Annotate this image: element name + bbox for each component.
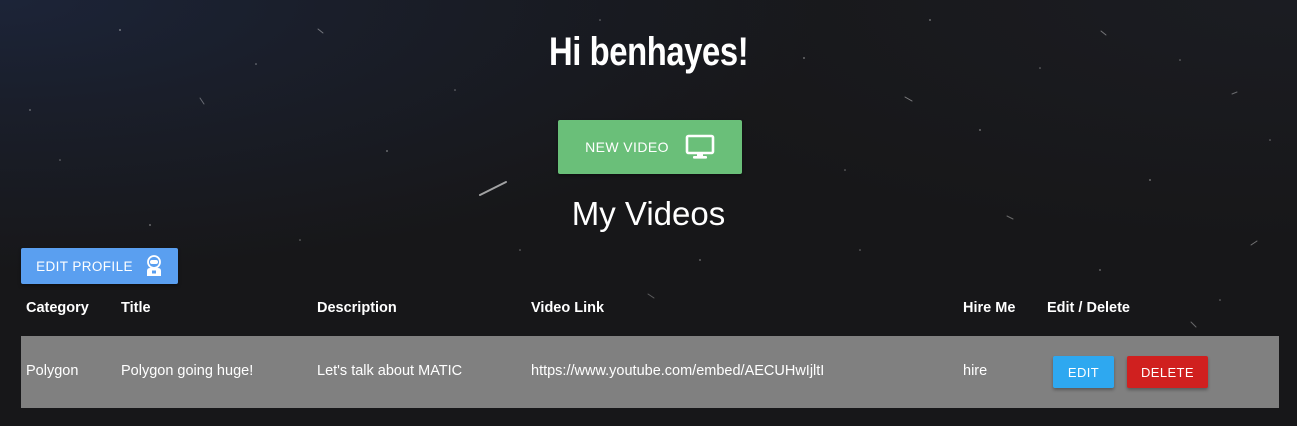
page-greeting: Hi benhayes!: [548, 30, 749, 74]
cell-hire-me[interactable]: hire: [963, 363, 987, 379]
monitor-icon: [685, 134, 715, 160]
column-header-video-link: Video Link: [531, 300, 605, 316]
cell-video-link[interactable]: https://www.youtube.com/embed/AECUHwIjlt…: [531, 363, 824, 379]
column-header-title: Title: [121, 300, 151, 316]
new-video-label: NEW VIDEO: [585, 139, 669, 155]
astronaut-icon: [145, 255, 163, 277]
videos-table-header: Category Title Description Video Link Hi…: [0, 300, 1297, 322]
edit-profile-label: EDIT PROFILE: [36, 258, 133, 274]
column-header-hire-me: Hire Me: [963, 300, 1016, 316]
column-header-category: Category: [26, 300, 89, 316]
edit-profile-button[interactable]: EDIT PROFILE: [21, 248, 178, 284]
cell-description: Let's talk about MATIC: [317, 363, 463, 379]
cell-title: Polygon going huge!: [121, 363, 254, 379]
my-videos-heading: My Videos: [571, 195, 726, 232]
table-row: Polygon Polygon going huge! Let's talk a…: [21, 336, 1279, 408]
column-header-description: Description: [317, 300, 397, 316]
new-video-button[interactable]: NEW VIDEO: [558, 120, 742, 174]
edit-video-button[interactable]: EDIT: [1053, 356, 1114, 388]
cell-category: Polygon: [26, 363, 79, 379]
delete-video-button[interactable]: DELETE: [1127, 356, 1208, 388]
column-header-edit-delete: Edit / Delete: [1047, 300, 1130, 316]
